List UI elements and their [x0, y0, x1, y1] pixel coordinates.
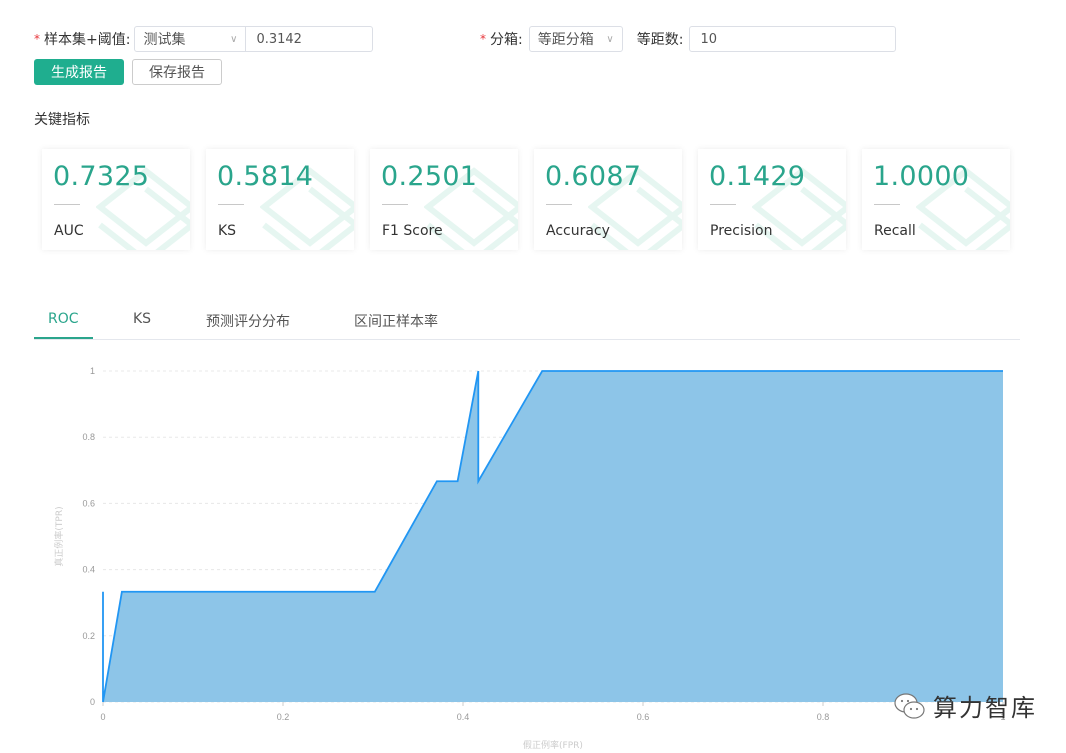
x-axis-label: 假正例率(FPR): [523, 739, 583, 751]
binning-label: 分箱:: [490, 32, 523, 48]
metric-card: 0.1429 Precision: [698, 149, 846, 250]
metric-name: Accuracy: [546, 223, 610, 239]
metric-value: 0.6087: [545, 161, 642, 192]
metric-card: 1.0000 Recall: [862, 149, 1010, 250]
required-mark: *: [34, 32, 40, 46]
metric-divider: [382, 204, 408, 205]
threshold-input[interactable]: 0.3142: [246, 26, 374, 52]
metric-divider: [874, 204, 900, 205]
y-tick-label: 0.4: [82, 565, 95, 575]
binning-row: * 分箱: 等距分箱 ∨ 等距数: 10: [480, 26, 897, 52]
metric-value: 0.2501: [381, 161, 478, 192]
metric-divider: [710, 204, 736, 205]
metric-name: Recall: [874, 223, 916, 239]
metric-name: Precision: [710, 223, 773, 239]
metric-value: 0.5814: [217, 161, 314, 192]
x-tick-label: 0.6: [637, 712, 650, 722]
tab-roc[interactable]: ROC: [48, 311, 79, 327]
y-tick-label: 1: [90, 366, 95, 376]
metric-divider: [218, 204, 244, 205]
metric-value: 0.7325: [53, 161, 150, 192]
metric-divider: [546, 204, 572, 205]
metric-card: 0.7325 AUC: [42, 149, 190, 250]
chevron-down-icon: ∨: [606, 33, 614, 45]
x-tick-label: 0.4: [457, 712, 470, 722]
bins-value: 10: [700, 31, 717, 47]
metric-name: AUC: [54, 223, 84, 239]
binning-select[interactable]: 等距分箱 ∨: [528, 26, 623, 52]
watermark-text: 算力智库: [933, 694, 1037, 722]
required-mark: *: [480, 32, 486, 46]
metric-value: 1.0000: [873, 161, 970, 192]
tab-score-distribution[interactable]: 预测评分分布: [206, 311, 290, 331]
x-tick-label: 0: [100, 712, 105, 722]
wechat-icon: [894, 692, 925, 719]
sample-threshold-label: 样本集+阈值:: [44, 32, 131, 48]
generate-report-button[interactable]: 生成报告: [34, 59, 124, 85]
save-report-button[interactable]: 保存报告: [132, 59, 222, 85]
binning-value: 等距分箱: [537, 32, 594, 48]
sample-set-value: 测试集: [143, 32, 186, 48]
metric-divider: [54, 204, 80, 205]
metric-card: 0.5814 KS: [206, 149, 354, 250]
sample-threshold-row: * 样本集+阈值: 测试集 ∨ 0.3142: [34, 26, 374, 52]
x-tick-label: 0.2: [277, 712, 290, 722]
threshold-value: 0.3142: [256, 31, 302, 47]
y-tick-label: 0.6: [82, 498, 95, 508]
x-tick-label: 0.8: [817, 712, 830, 722]
chevron-down-icon: ∨: [230, 33, 238, 45]
watermark: 算力智库: [893, 688, 1037, 723]
metric-card: 0.2501 F1 Score: [370, 149, 518, 250]
key-metrics-title: 关键指标: [34, 112, 90, 128]
roc-area: [103, 371, 1003, 702]
metric-card: 0.6087 Accuracy: [534, 149, 682, 250]
active-tab-indicator: [34, 337, 93, 339]
tab-interval-positive-rate[interactable]: 区间正样本率: [354, 311, 438, 331]
sample-set-select[interactable]: 测试集 ∨: [134, 26, 247, 52]
tab-ks[interactable]: KS: [133, 311, 151, 327]
bins-label: 等距数:: [636, 32, 684, 48]
y-tick-label: 0.8: [82, 432, 95, 442]
chart-tabs: ROC KS 预测评分分布 区间正样本率: [34, 304, 1020, 340]
metric-name: KS: [218, 223, 237, 239]
metric-name: F1 Score: [382, 223, 443, 239]
y-tick-label: 0.2: [82, 631, 95, 641]
y-axis-label: 真正例率(TPR): [53, 506, 65, 566]
bins-input[interactable]: 10: [689, 26, 897, 52]
metric-value: 0.1429: [709, 161, 806, 192]
y-tick-label: 0: [90, 697, 95, 707]
